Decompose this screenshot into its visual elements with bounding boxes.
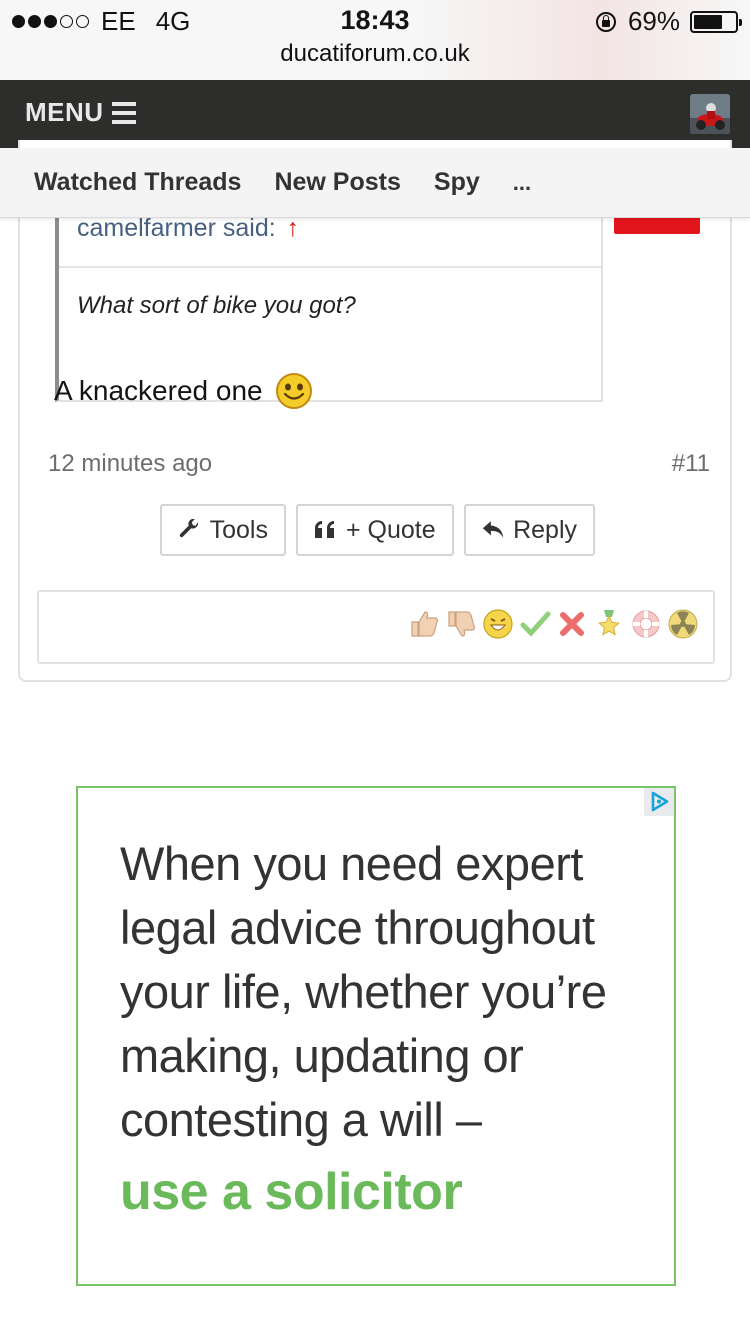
quote-button[interactable]: + Quote (296, 504, 454, 556)
adchoices-icon[interactable] (644, 788, 674, 816)
tab-new-posts[interactable]: New Posts (274, 168, 400, 197)
post-actions: Tools + Quote Reply (160, 504, 595, 556)
avatar[interactable] (690, 94, 730, 134)
disagree-icon[interactable] (556, 608, 588, 640)
battery-percent: 69% (627, 6, 680, 36)
new-badge (614, 218, 700, 234)
top-navbar: MENU (0, 80, 750, 148)
ad-copy: When you need expert legal advice throug… (120, 837, 607, 1146)
winner-icon[interactable] (593, 608, 625, 640)
reply-label: Reply (513, 515, 577, 544)
menu-label: MENU (25, 97, 104, 127)
advertisement[interactable]: When you need expert legal advice throug… (76, 786, 676, 1286)
quote-author: camelfarmer said: (77, 214, 276, 242)
menu-button[interactable]: MENU (25, 97, 136, 128)
dumb-icon[interactable] (667, 608, 699, 640)
tab-watched-threads[interactable]: Watched Threads (34, 168, 241, 197)
hamburger-icon (111, 101, 136, 124)
post-timestamp[interactable]: 12 minutes ago (48, 450, 212, 478)
battery-icon (690, 10, 742, 33)
tools-label: Tools (209, 515, 268, 544)
tools-button[interactable]: Tools (160, 504, 286, 556)
like-icon[interactable] (408, 608, 440, 640)
quote-icon (315, 521, 334, 538)
secondary-tabs: Watched Threads New Posts Spy ... (0, 148, 750, 218)
status-right: 69% (595, 6, 742, 37)
wrench-icon (179, 518, 198, 538)
smiley-icon (275, 373, 312, 409)
dislike-icon[interactable] (445, 608, 477, 640)
quote-text: What sort of bike you got? (77, 292, 356, 319)
quote-label: + Quote (346, 515, 436, 544)
quote-source-arrow-icon[interactable]: ↑ (287, 214, 300, 242)
tab-spy[interactable]: Spy (434, 168, 480, 197)
post-message-text: A knackered one (54, 375, 263, 406)
rating-bar (37, 590, 715, 664)
post-permalink-number[interactable]: #11 (672, 450, 710, 478)
ad-cta[interactable]: use a solicitor (120, 1162, 463, 1222)
informative-icon[interactable] (630, 608, 662, 640)
forum-post: camelfarmer said: ↑ What sort of bike yo… (18, 140, 732, 682)
funny-icon[interactable] (482, 608, 514, 640)
reply-button[interactable]: Reply (464, 504, 595, 556)
status-bar: EE 4G 18:43 69% ducatiforum.co.uk (0, 0, 750, 80)
url-bar[interactable]: ducatiforum.co.uk (0, 40, 750, 68)
orientation-lock-icon (595, 11, 616, 32)
tab-more[interactable]: ... (513, 170, 531, 196)
reply-icon (482, 521, 504, 538)
agree-icon[interactable] (519, 608, 551, 640)
post-message: A knackered one (54, 372, 313, 410)
